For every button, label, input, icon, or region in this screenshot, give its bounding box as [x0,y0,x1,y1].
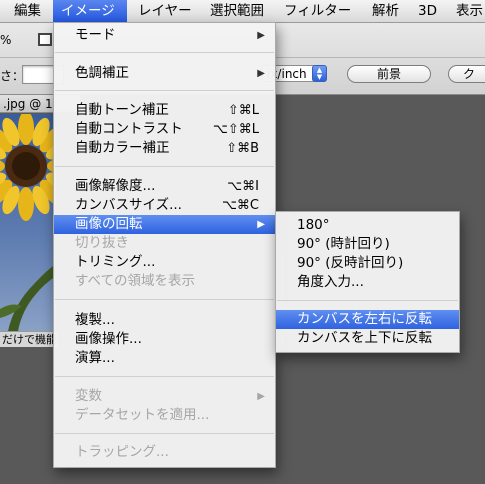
menu-item-label: カンバスサイズ... [75,197,182,213]
menu-separator [55,299,274,300]
menu-separator [277,300,458,301]
menu-item-label: 90° (時計回り) [297,236,390,252]
menu-item-label: 画像の回転 [75,216,143,232]
menu-item-apply-data-set: データセットを適用... [54,406,275,425]
menu-item-label: 180° [297,217,330,233]
menu-item-apply-image[interactable]: 画像操作... [54,330,275,349]
rotate-submenu: 180° 90° (時計回り) 90° (反時計回り) 角度入力... カンバス… [275,211,460,353]
percent-label: % [0,33,12,47]
menu-item-label: データセットを適用... [75,407,210,423]
menu-item-label: 角度入力... [297,274,364,290]
clear-button[interactable]: ク [448,65,485,83]
menu-item-canvas-size[interactable]: カンバスサイズ... ⌥⌘C [54,196,275,215]
menu-item-image-rotation[interactable]: 画像の回転 ▶ [54,215,275,234]
menu-item-label: 複製... [75,312,115,328]
menu-item-variables: 変数 ▶ [54,387,275,406]
menu-item-rotate-90-ccw[interactable]: 90° (反時計回り) [276,254,459,273]
menu-separator [55,433,274,434]
menu-bar: 編集 イメージ レイヤー 選択範囲 フィルター 解析 3D 表示 [0,0,485,23]
document-canvas[interactable] [0,114,56,331]
menu-filter[interactable]: フィルター [284,0,351,22]
document-status-bar: だけで機能 [0,331,58,347]
menu-item-adjustments[interactable]: 色調補正 ▶ [54,64,275,83]
front-image-button[interactable]: 前景 [347,65,431,83]
menu-item-label: 画像操作... [75,331,142,347]
menu-image[interactable]: イメージ [53,0,127,22]
menu-item-shortcut: ⌥⇧⌘L [212,122,259,137]
menu-item-label: 変数 [75,388,102,404]
menu-item-shortcut: ⇧⌘L [227,103,259,118]
menu-view[interactable]: 表示 [456,0,483,22]
menu-item-flip-vertical[interactable]: カンバスを上下に反転 [276,329,459,348]
menu-item-reveal-all: すべての領域を表示 [54,272,275,291]
menu-analysis[interactable]: 解析 [372,0,399,22]
menu-item-label: 自動コントラスト [75,121,183,137]
menu-item-shortcut: ⌥⌘I [227,179,259,194]
menu-item-arbitrary[interactable]: 角度入力... [276,273,459,292]
menu-separator [55,166,274,167]
menu-item-label: 色調補正 [75,65,129,81]
menu-item-image-size[interactable]: 画像解像度... ⌥⌘I [54,177,275,196]
submenu-arrow-icon: ▶ [257,68,265,79]
menu-item-auto-contrast[interactable]: 自動コントラスト ⌥⇧⌘L [54,120,275,139]
unit-stepper-icon[interactable]: ▲ ▼ [312,65,327,82]
menu-item-label: すべての領域を表示 [75,273,196,289]
menu-item-shortcut: ⌥⌘C [221,198,259,213]
menu-item-flip-horizontal[interactable]: カンバスを左右に反転 [276,310,459,329]
menu-item-duplicate[interactable]: 複製... [54,311,275,330]
menu-item-rotate-90-cw[interactable]: 90° (時計回り) [276,235,459,254]
menu-item-auto-color[interactable]: 自動カラー補正 ⇧⌘B [54,139,275,158]
size-label: さ： [0,69,25,83]
menu-item-label: 自動カラー補正 [75,140,170,156]
menu-separator [55,90,274,91]
menu-separator [55,376,274,377]
menu-item-auto-tone[interactable]: 自動トーン補正 ⇧⌘L [54,101,275,120]
menu-separator [55,52,274,53]
sunflower-image [0,114,56,331]
menu-item-trim[interactable]: トリミング... [54,253,275,272]
menu-layer[interactable]: レイヤー [138,0,192,22]
menu-item-calculations[interactable]: 演算... [54,349,275,368]
submenu-arrow-icon: ▶ [257,30,265,41]
crop-toggle-icon[interactable] [38,33,52,46]
menu-item-mode[interactable]: モード ▶ [54,26,275,45]
submenu-arrow-icon: ▶ [257,391,265,402]
menu-edit[interactable]: 編集 [14,0,41,22]
menu-item-label: 切り抜き [75,235,129,251]
menu-item-rotate-180[interactable]: 180° [276,216,459,235]
menu-item-label: 90° (反時計回り) [297,255,404,271]
menu-item-crop: 切り抜き [54,234,275,253]
menu-item-label: カンバスを上下に反転 [297,330,432,346]
menu-select[interactable]: 選択範囲 [210,0,264,22]
menu-item-label: モード [75,27,116,43]
menu-item-label: 自動トーン補正 [75,102,169,118]
menu-item-trap: トラッピング... [54,443,275,462]
image-menu: モード ▶ 色調補正 ▶ 自動トーン補正 ⇧⌘L 自動コントラスト ⌥⇧⌘L 自… [53,22,276,468]
menu-item-label: トリミング... [75,254,156,270]
menu-item-shortcut: ⇧⌘B [226,141,259,156]
menu-item-label: カンバスを左右に反転 [297,311,432,327]
menu-3d[interactable]: 3D [418,0,437,22]
menu-item-label: トラッピング... [75,444,169,460]
menu-item-label: 画像解像度... [75,178,156,194]
menu-item-label: 演算... [75,350,115,366]
submenu-arrow-icon: ▶ [257,219,265,230]
